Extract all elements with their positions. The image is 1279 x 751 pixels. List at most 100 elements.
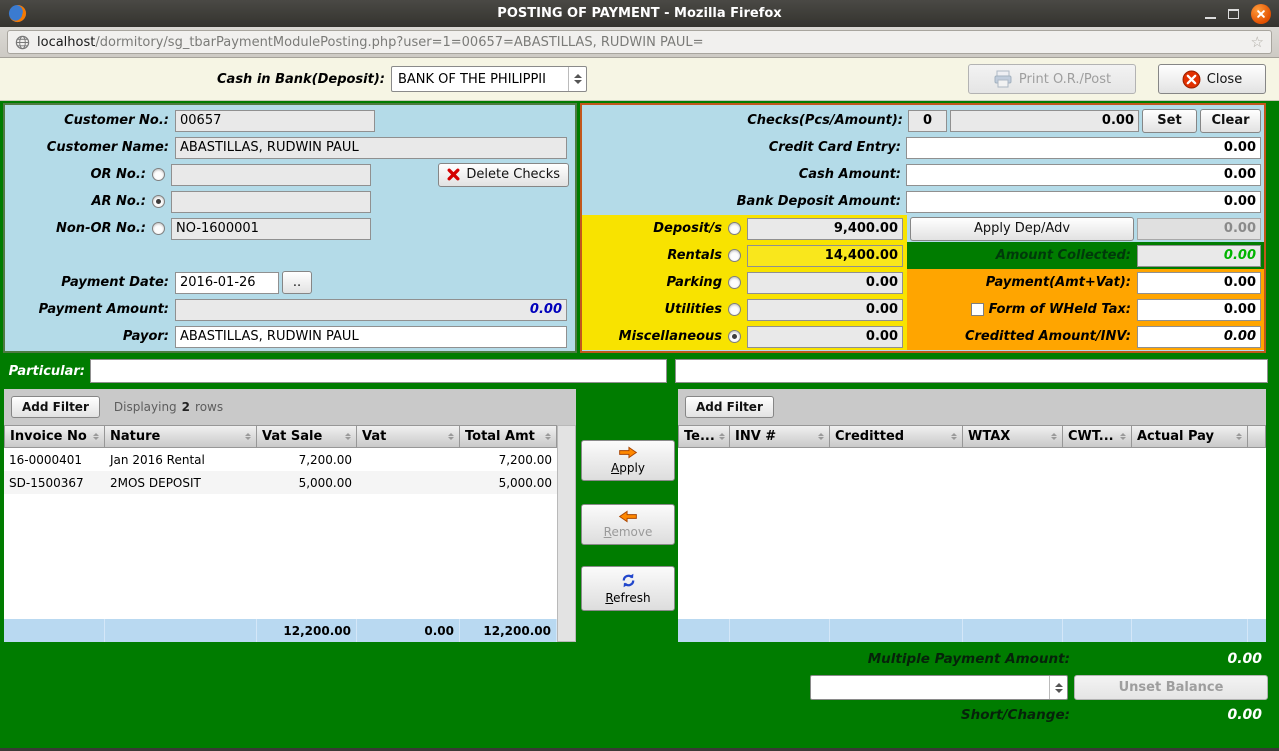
apply-label: Apply bbox=[611, 461, 645, 475]
ar-no-label: AR No.: bbox=[91, 194, 146, 209]
invoice-add-filter-button[interactable]: Add Filter bbox=[11, 396, 100, 418]
creditted-input[interactable]: 0.00 bbox=[1137, 325, 1261, 348]
credit-card-input[interactable]: 0.00 bbox=[906, 136, 1261, 159]
date-picker-button[interactable]: .. bbox=[282, 271, 312, 294]
payment-amt-vat-input[interactable]: 0.00 bbox=[1137, 271, 1261, 294]
col-invoice-no[interactable]: Invoice No bbox=[4, 425, 105, 448]
cell-vat bbox=[357, 471, 460, 494]
remove-button[interactable]: Remove bbox=[581, 504, 675, 545]
refresh-button[interactable]: Refresh bbox=[581, 566, 675, 611]
non-or-no-radio[interactable] bbox=[152, 222, 165, 235]
minimize-button[interactable] bbox=[1205, 16, 1216, 19]
cell-invoice-no: 16-0000401 bbox=[9, 452, 83, 467]
parking-radio[interactable] bbox=[728, 276, 741, 289]
delete-checks-button[interactable]: Delete Checks bbox=[438, 162, 569, 187]
customer-name-input[interactable]: ABASTILLAS, RUDWIN PAUL bbox=[175, 136, 567, 159]
checks-pcs-input[interactable]: 0 bbox=[908, 109, 947, 132]
close-window-button[interactable] bbox=[1251, 3, 1271, 24]
delete-checks-label: Delete Checks bbox=[466, 167, 560, 182]
table-row[interactable]: SD-1500367 2MOS DEPOSIT 5,000.00 5,000.0… bbox=[4, 471, 557, 494]
balance-controls-row: Unset Balance bbox=[810, 675, 1268, 700]
unset-balance-button[interactable]: Unset Balance bbox=[1074, 675, 1268, 700]
table-row[interactable]: 16-0000401 Jan 2016 Rental 7,200.00 7,20… bbox=[4, 448, 557, 471]
rentals-amount[interactable]: 14,400.00 bbox=[747, 244, 903, 267]
utilities-radio[interactable] bbox=[728, 303, 741, 316]
or-no-input[interactable] bbox=[171, 163, 371, 186]
col-nature[interactable]: Nature bbox=[105, 425, 257, 448]
ar-no-radio[interactable] bbox=[152, 195, 165, 208]
close-icon bbox=[1256, 9, 1266, 19]
invoice-table-header: Invoice No Nature Vat Sale Vat Total Amt bbox=[4, 425, 557, 448]
col-inv[interactable]: INV # bbox=[730, 425, 830, 448]
balance-select[interactable] bbox=[810, 675, 1068, 700]
set-button[interactable]: Set bbox=[1142, 108, 1197, 133]
rentals-radio[interactable] bbox=[728, 249, 741, 262]
miscellaneous-radio[interactable] bbox=[728, 330, 741, 343]
payment-toolbar: Cash in Bank(Deposit): BANK OF THE PHILI… bbox=[0, 58, 1279, 101]
customer-no-label: Customer No.: bbox=[64, 113, 169, 128]
bank-deposit-input[interactable]: 0.00 bbox=[906, 190, 1261, 213]
col-vat-sale[interactable]: Vat Sale bbox=[257, 425, 357, 448]
wheld-tax-input[interactable]: 0.00 bbox=[1137, 298, 1261, 321]
amount-collected-input[interactable]: 0.00 bbox=[1137, 244, 1261, 267]
deposits-amount[interactable]: 9,400.00 bbox=[747, 217, 903, 240]
clear-button[interactable]: Clear bbox=[1200, 108, 1261, 133]
invoice-table-scrollbar[interactable] bbox=[557, 425, 576, 642]
category-parking: Parking 0.00 bbox=[582, 269, 907, 296]
address-input[interactable]: localhost/dormitory/sg_tbarPaymentModule… bbox=[7, 30, 1272, 54]
col-wtax[interactable]: WTAX bbox=[963, 425, 1063, 448]
col-cwt[interactable]: CWT... bbox=[1063, 425, 1132, 448]
spacer-row bbox=[5, 242, 575, 269]
invoice-table: Add Filter Displaying 2 rows Invoice No Na… bbox=[4, 389, 576, 642]
apply-dep-adv-button[interactable]: Apply Dep/Adv bbox=[910, 216, 1134, 241]
checks-amount-input[interactable]: 0.00 bbox=[950, 109, 1139, 132]
close-button[interactable]: Close bbox=[1158, 64, 1266, 94]
deposits-radio[interactable] bbox=[728, 222, 741, 235]
payor-input[interactable]: ABASTILLAS, RUDWIN PAUL bbox=[175, 325, 567, 348]
payment-date-input[interactable]: 2016-01-26 bbox=[175, 271, 279, 294]
parking-amount[interactable]: 0.00 bbox=[747, 271, 903, 294]
displaying-rows-text: Displaying 2 rows bbox=[113, 400, 224, 414]
miscellaneous-amount[interactable]: 0.00 bbox=[747, 325, 903, 348]
cash-amount-label: Cash Amount: bbox=[798, 167, 901, 182]
utilities-amount[interactable]: 0.00 bbox=[747, 298, 903, 321]
short-change-label: Short/Change: bbox=[960, 707, 1070, 723]
col-vat[interactable]: Vat bbox=[357, 425, 460, 448]
wheld-tax-checkbox[interactable] bbox=[970, 303, 984, 316]
amount-collected-label: Amount Collected: bbox=[995, 248, 1131, 263]
sort-icon bbox=[541, 433, 551, 440]
customer-no-input[interactable]: 00657 bbox=[175, 109, 375, 132]
particular-left-input[interactable] bbox=[90, 359, 667, 383]
maximize-button[interactable] bbox=[1228, 8, 1239, 19]
col-creditted[interactable]: Creditted bbox=[830, 425, 963, 448]
url-path: /dormitory/sg_tbarPaymentModulePosting.p… bbox=[95, 34, 704, 50]
applied-add-filter-button[interactable]: Add Filter bbox=[685, 396, 774, 418]
category-deposits: Deposit/s 9,400.00 bbox=[582, 215, 907, 242]
non-or-no-input[interactable]: NO-1600001 bbox=[171, 217, 371, 240]
print-or-post-button[interactable]: Print O.R./Post bbox=[968, 64, 1136, 94]
applied-table-header: Te... INV # Creditted WTAX CWT... Actual… bbox=[678, 425, 1266, 448]
url-text: localhost/dormitory/sg_tbarPaymentModule… bbox=[37, 35, 704, 50]
total-vat: 0.00 bbox=[357, 619, 460, 642]
dep-adv-amount-input[interactable]: 0.00 bbox=[1137, 217, 1261, 240]
bank-select[interactable]: BANK OF THE PHILIPPII bbox=[390, 66, 587, 92]
bookmark-star-icon[interactable]: ☆ bbox=[1251, 33, 1264, 51]
wheld-tax-row: Form of WHeld Tax: 0.00 bbox=[907, 296, 1264, 323]
category-utilities: Utilities 0.00 bbox=[582, 296, 907, 323]
category-miscellaneous: Miscellaneous 0.00 bbox=[582, 323, 907, 350]
cash-in-bank-label: Cash in Bank(Deposit): bbox=[217, 71, 385, 87]
multiple-payment-label: Multiple Payment Amount: bbox=[867, 651, 1070, 667]
payor-label: Payor: bbox=[122, 329, 169, 344]
sort-icon bbox=[715, 433, 725, 440]
url-bar: localhost/dormitory/sg_tbarPaymentModule… bbox=[0, 27, 1279, 58]
col-actual-pay[interactable]: Actual Pay bbox=[1132, 425, 1248, 448]
apply-button[interactable]: Apply bbox=[581, 440, 675, 481]
payment-amount-input[interactable]: 0.00 bbox=[175, 298, 567, 321]
or-no-radio[interactable] bbox=[152, 168, 165, 181]
cash-amount-input[interactable]: 0.00 bbox=[906, 163, 1261, 186]
select-spinner-icon bbox=[1049, 676, 1067, 699]
ar-no-input[interactable] bbox=[171, 190, 371, 213]
col-total-amt[interactable]: Total Amt bbox=[460, 425, 557, 448]
col-te[interactable]: Te... bbox=[678, 425, 730, 448]
particular-right-input[interactable] bbox=[675, 359, 1268, 383]
